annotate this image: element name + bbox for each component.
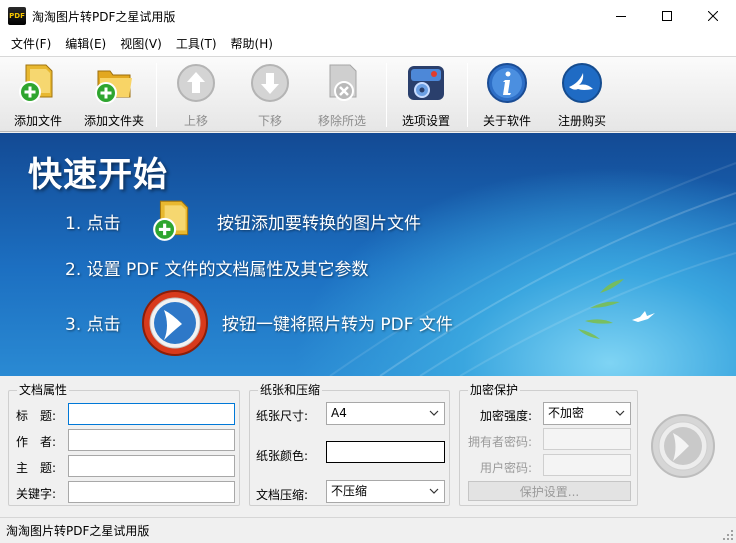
add-file-icon bbox=[19, 64, 53, 103]
maximize-icon bbox=[662, 11, 672, 21]
keywords-input[interactable] bbox=[68, 481, 235, 503]
paper-color-swatch[interactable] bbox=[326, 441, 445, 463]
close-button[interactable] bbox=[690, 0, 736, 32]
keywords-label: 关键字: bbox=[16, 487, 57, 501]
chevron-down-icon bbox=[615, 410, 625, 416]
user-password-label: 用户密码: bbox=[480, 461, 533, 475]
encryption-strength-value: 不加密 bbox=[548, 406, 585, 420]
menu-view[interactable]: 视图(V) bbox=[113, 32, 169, 56]
add-file-icon bbox=[153, 200, 189, 241]
encryption-strength-label: 加密强度: bbox=[480, 409, 533, 423]
move-up-button[interactable]: 上移 bbox=[174, 61, 218, 129]
subject-input[interactable] bbox=[68, 455, 235, 477]
about-button[interactable]: 关于软件 bbox=[483, 61, 531, 129]
maximize-button[interactable] bbox=[644, 0, 690, 32]
paper-size-label: 纸张尺寸: bbox=[256, 409, 309, 423]
bird-icon bbox=[632, 311, 655, 322]
about-label: 关于软件 bbox=[483, 114, 532, 128]
register-bird-icon bbox=[562, 63, 602, 103]
move-down-button[interactable]: 下移 bbox=[248, 61, 292, 129]
window-title: 淘淘图片转PDF之星试用版 bbox=[32, 9, 176, 24]
add-file-label: 添加文件 bbox=[14, 114, 63, 128]
status-text: 淘淘图片转PDF之星试用版 bbox=[6, 524, 150, 538]
resize-grip-icon[interactable] bbox=[722, 529, 734, 541]
paper-color-label: 纸张颜色: bbox=[256, 449, 309, 463]
banner-title: 快速开始 bbox=[28, 155, 168, 195]
minimize-icon bbox=[616, 16, 626, 17]
owner-password-label: 拥有者密码: bbox=[468, 435, 533, 449]
encryption-strength-select[interactable]: 不加密 bbox=[543, 402, 631, 425]
arrow-up-icon bbox=[177, 64, 215, 102]
info-icon bbox=[487, 63, 527, 103]
menu-help[interactable]: 帮助(H) bbox=[224, 32, 280, 56]
quick-start-banner: 快速开始 1. 点击 按钮添加要转换的图片文件 2. 设置 PDF 文件的文档属… bbox=[0, 133, 736, 376]
app-icon-text: PDF bbox=[9, 12, 25, 20]
app-pdf-icon: PDF bbox=[8, 7, 26, 25]
compression-value: 不压缩 bbox=[331, 484, 368, 498]
paper-compression-title: 纸张和压缩 bbox=[258, 383, 323, 397]
convert-start-button[interactable] bbox=[649, 412, 717, 480]
title-label: 标 题: bbox=[16, 409, 57, 423]
settings-icon bbox=[408, 66, 444, 100]
remove-file-icon bbox=[329, 64, 357, 101]
paper-size-select[interactable]: A4 bbox=[326, 402, 445, 425]
owner-password-input[interactable] bbox=[543, 428, 631, 450]
toolbar-separator bbox=[386, 63, 387, 127]
options-label: 选项设置 bbox=[402, 114, 451, 128]
compression-select[interactable]: 不压缩 bbox=[326, 480, 445, 503]
subject-label: 主 题: bbox=[16, 461, 57, 475]
toolbar: 添加文件 添加文件夹 上移 下移 移除所选 选项设置 关于软件 注册购买 bbox=[0, 56, 736, 132]
options-button[interactable]: 选项设置 bbox=[402, 61, 450, 129]
author-input[interactable] bbox=[68, 429, 235, 451]
encryption-title: 加密保护 bbox=[468, 383, 521, 397]
remove-selected-label: 移除所选 bbox=[318, 114, 367, 128]
paper-size-value: A4 bbox=[331, 406, 347, 420]
add-folder-button[interactable]: 添加文件夹 bbox=[84, 61, 144, 129]
toolbar-separator bbox=[467, 63, 468, 127]
add-folder-label: 添加文件夹 bbox=[84, 114, 145, 128]
doc-properties-group: 文档属性 标 题: 作 者: 主 题: 关键字: bbox=[8, 383, 240, 506]
move-down-label: 下移 bbox=[257, 114, 282, 128]
register-label: 注册购买 bbox=[558, 114, 607, 128]
settings-panel: 文档属性 标 题: 作 者: 主 题: 关键字: 纸张和压缩 纸张尺寸: A4 … bbox=[0, 376, 736, 517]
chevron-down-icon bbox=[429, 488, 439, 494]
toolbar-separator bbox=[156, 63, 157, 127]
encryption-group: 加密保护 加密强度: 不加密 拥有者密码: 用户密码: 保护设置... bbox=[459, 383, 638, 506]
menu-tools[interactable]: 工具(T) bbox=[169, 32, 224, 56]
bamboo-leaves-icon bbox=[578, 279, 624, 339]
arrow-down-icon bbox=[251, 64, 289, 102]
title-input[interactable] bbox=[68, 403, 235, 425]
menu-edit[interactable]: 编辑(E) bbox=[58, 32, 113, 56]
step3-text: 按钮一键将照片转为 PDF 文件 bbox=[222, 315, 453, 335]
compression-label: 文档压缩: bbox=[256, 488, 309, 502]
remove-selected-button[interactable]: 移除所选 bbox=[318, 61, 366, 129]
step3-prefix: 3. 点击 bbox=[65, 315, 121, 335]
close-icon bbox=[708, 11, 718, 21]
menu-file[interactable]: 文件(F) bbox=[4, 32, 58, 56]
move-up-label: 上移 bbox=[183, 114, 208, 128]
title-bar: PDF 淘淘图片转PDF之星试用版 bbox=[0, 0, 736, 32]
convert-icon bbox=[142, 290, 208, 356]
window-controls bbox=[598, 0, 736, 32]
minimize-button[interactable] bbox=[598, 0, 644, 32]
author-label: 作 者: bbox=[16, 435, 57, 449]
user-password-input[interactable] bbox=[543, 454, 631, 476]
chevron-down-icon bbox=[429, 410, 439, 416]
add-folder-icon bbox=[95, 70, 132, 104]
register-button[interactable]: 注册购买 bbox=[558, 61, 606, 129]
paper-compression-group: 纸张和压缩 纸张尺寸: A4 纸张颜色: 文档压缩: 不压缩 bbox=[249, 383, 450, 506]
protect-settings-button[interactable]: 保护设置... bbox=[468, 481, 631, 501]
add-file-button[interactable]: 添加文件 bbox=[14, 61, 62, 129]
status-bar: 淘淘图片转PDF之星试用版 bbox=[0, 517, 736, 543]
doc-properties-title: 文档属性 bbox=[17, 383, 70, 397]
step1-text: 按钮添加要转换的图片文件 bbox=[217, 214, 421, 234]
step1-prefix: 1. 点击 bbox=[65, 214, 121, 234]
step2-text: 2. 设置 PDF 文件的文档属性及其它参数 bbox=[65, 260, 369, 280]
menu-bar: 文件(F) 编辑(E) 视图(V) 工具(T) 帮助(H) bbox=[0, 32, 736, 56]
